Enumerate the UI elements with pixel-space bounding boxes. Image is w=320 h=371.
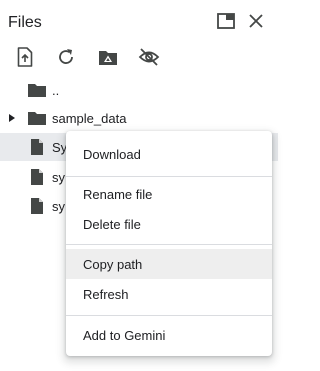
- menu-item-download[interactable]: Download: [66, 139, 272, 169]
- tree-item-label: Sy: [52, 140, 68, 155]
- menu-item-label: Refresh: [83, 287, 129, 302]
- file-icon: [27, 137, 47, 157]
- tree-item-parent[interactable]: ..: [0, 76, 278, 104]
- file-icon: [27, 167, 47, 187]
- close-icon[interactable]: [244, 9, 268, 33]
- panel-header: Files: [0, 0, 278, 40]
- menu-item-label: Add to Gemini: [83, 328, 166, 343]
- menu-item-delete-file[interactable]: Delete file: [66, 209, 272, 239]
- menu-divider: [66, 315, 272, 316]
- open-in-window-icon[interactable]: [214, 9, 238, 33]
- folder-icon: [27, 108, 47, 128]
- folder-icon: [27, 80, 47, 100]
- menu-item-add-to-gemini[interactable]: Add to Gemini: [66, 320, 272, 350]
- file-icon: [27, 196, 47, 216]
- context-menu: Download Rename file Delete file Copy pa…: [66, 131, 272, 356]
- menu-item-label: Copy path: [83, 257, 143, 272]
- menu-divider: [66, 244, 272, 245]
- upload-icon[interactable]: [13, 45, 37, 69]
- menu-item-rename-file[interactable]: Rename file: [66, 179, 272, 209]
- menu-item-label: Rename file: [83, 187, 153, 202]
- menu-item-refresh[interactable]: Refresh: [66, 279, 272, 309]
- tree-item-sample-data[interactable]: sample_data: [0, 104, 278, 132]
- mount-drive-icon[interactable]: [96, 45, 120, 69]
- refresh-icon[interactable]: [54, 45, 78, 69]
- menu-item-label: Download: [83, 147, 141, 162]
- menu-divider: [66, 176, 272, 177]
- tree-item-label: sy: [52, 199, 65, 214]
- hide-files-icon[interactable]: [137, 45, 161, 69]
- menu-item-copy-path[interactable]: Copy path: [66, 249, 272, 279]
- tree-item-label: ..: [52, 83, 60, 98]
- files-toolbar: [0, 40, 278, 74]
- tree-item-label: sy: [52, 170, 65, 185]
- panel-title: Files: [8, 14, 42, 31]
- expand-arrow-icon[interactable]: [5, 111, 19, 125]
- tree-item-label: sample_data: [52, 111, 127, 126]
- menu-item-label: Delete file: [83, 217, 141, 232]
- files-panel: Files .. sample_data Sy sy sy Download R…: [0, 0, 278, 371]
